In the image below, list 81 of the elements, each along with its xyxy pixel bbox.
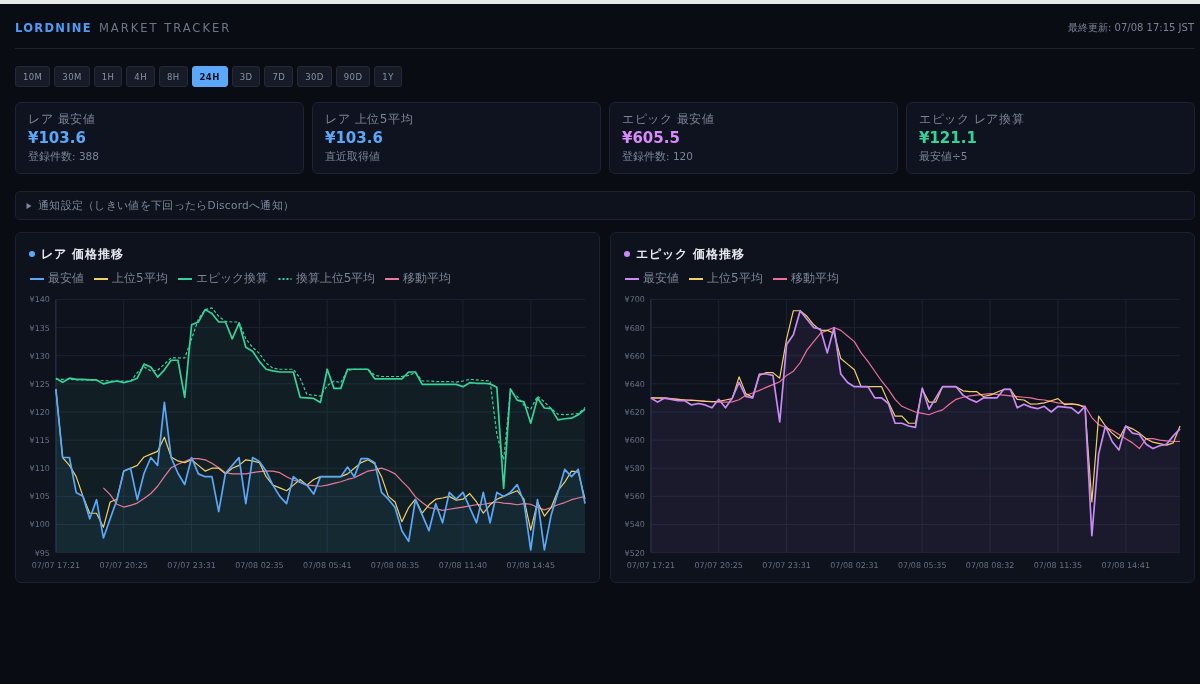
x-axis-label: 07/08 11:40 [438, 560, 488, 570]
x-axis-label: 07/08 02:35 [235, 560, 284, 570]
stat-label: レア 上位5平均 [325, 112, 414, 126]
stat-label: エピック 最安値 [622, 112, 715, 126]
notification-settings-toggle[interactable]: 通知設定（しきい値を下回ったらDiscordへ通知） [15, 191, 1195, 220]
y-axis-label: ¥640 [624, 379, 645, 389]
legend-label: 換算上位5平均 [295, 271, 376, 286]
app-brand-title: LORDNINE [15, 20, 92, 37]
y-axis-label: ¥140 [29, 295, 50, 305]
time-range-tab[interactable]: 1H [93, 66, 123, 87]
stat-caption: 直近取得値 [325, 150, 380, 163]
chart-title: エピック 価格推移 [636, 246, 746, 262]
last-updated-text: 最終更新: 07/08 17:15 JST [1068, 22, 1194, 34]
time-range-tab[interactable]: 30M [54, 66, 90, 87]
legend-swatch-icon [625, 277, 639, 280]
legend-swatch-icon [689, 277, 703, 280]
x-axis-label: 07/08 14:41 [1101, 560, 1150, 570]
time-range-tab[interactable]: 7D [264, 66, 294, 87]
x-axis-label: 07/08 05:41 [303, 560, 352, 570]
x-axis-label: 07/08 08:35 [370, 560, 420, 570]
legend-dashed-swatch-icon [277, 277, 292, 280]
y-axis-label: ¥95 [34, 548, 50, 558]
y-axis-label: ¥580 [624, 464, 645, 474]
y-axis-label: ¥130 [29, 351, 50, 361]
stat-value: ¥103.6 [325, 128, 383, 149]
legend-swatch-icon [30, 277, 44, 280]
stat-value: ¥605.5 [622, 128, 680, 149]
stat-value: ¥103.6 [28, 128, 86, 149]
x-axis-label: 07/08 14:45 [506, 560, 555, 570]
y-axis-label: ¥110 [29, 464, 50, 474]
y-axis-label: ¥600 [624, 436, 645, 446]
time-range-tab[interactable]: 8H [158, 66, 188, 87]
y-axis-label: ¥660 [624, 351, 645, 361]
time-range-tab[interactable]: 10M [15, 66, 51, 87]
legend-label: 移動平均 [790, 271, 839, 286]
stat-value: ¥121.1 [919, 128, 977, 149]
legend-label: 上位5平均 [112, 271, 168, 286]
time-range-tab[interactable]: 30D [297, 66, 332, 87]
time-range-tab[interactable]: 90D [335, 66, 371, 87]
x-axis-label: 07/08 05:35 [898, 560, 947, 570]
y-axis-label: ¥700 [624, 295, 645, 305]
y-axis-label: ¥540 [624, 520, 645, 530]
x-axis-label: 07/07 17:21 [31, 560, 81, 570]
time-range-tab[interactable]: 1Y [374, 66, 402, 87]
y-axis-label: ¥620 [624, 407, 645, 417]
time-range-tab[interactable]: 24H [191, 66, 228, 87]
legend-swatch-icon [385, 277, 400, 280]
stat-caption: 登録件数: 120 [622, 150, 693, 163]
legend-label: エピック換算 [195, 271, 268, 286]
chart-title: レア 価格推移 [41, 246, 125, 262]
y-axis-label: ¥100 [29, 520, 50, 530]
app-title: MARKET TRACKER [98, 20, 232, 37]
x-axis-label: 07/08 02:31 [830, 560, 879, 570]
x-axis-label: 07/07 23:31 [167, 560, 216, 570]
y-axis-label: ¥105 [29, 492, 50, 502]
y-axis-label: ¥135 [29, 323, 50, 333]
legend-swatch-icon [177, 277, 192, 280]
legend-label: 最安値 [643, 271, 679, 286]
x-axis-label: 07/07 20:25 [694, 560, 743, 570]
x-axis-label: 07/08 11:35 [1033, 560, 1083, 570]
legend-swatch-icon [772, 277, 787, 280]
time-range-tab[interactable]: 4H [126, 66, 155, 87]
legend-label: 最安値 [48, 271, 84, 286]
y-axis-label: ¥680 [624, 323, 645, 333]
y-axis-label: ¥120 [29, 407, 50, 417]
stat-label: レア 最安値 [28, 112, 96, 126]
y-axis-label: ¥520 [624, 548, 645, 558]
time-range-tab[interactable]: 3D [231, 66, 261, 87]
x-axis-label: 07/07 20:25 [99, 560, 148, 570]
x-axis-label: 07/07 23:31 [762, 560, 811, 570]
y-axis-label: ¥115 [29, 436, 50, 446]
legend-label: 上位5平均 [707, 271, 763, 286]
x-axis-label: 07/07 17:21 [626, 560, 676, 570]
x-axis-label: 07/08 08:32 [965, 560, 1015, 570]
stat-caption: 最安値÷5 [919, 150, 968, 163]
legend-swatch-icon [94, 277, 108, 280]
stat-label: エピック レア換算 [919, 112, 1025, 126]
stat-caption: 登録件数: 388 [28, 150, 99, 163]
legend-label: 移動平均 [403, 271, 452, 286]
y-axis-label: ¥560 [624, 492, 645, 502]
y-axis-label: ¥125 [29, 379, 50, 389]
